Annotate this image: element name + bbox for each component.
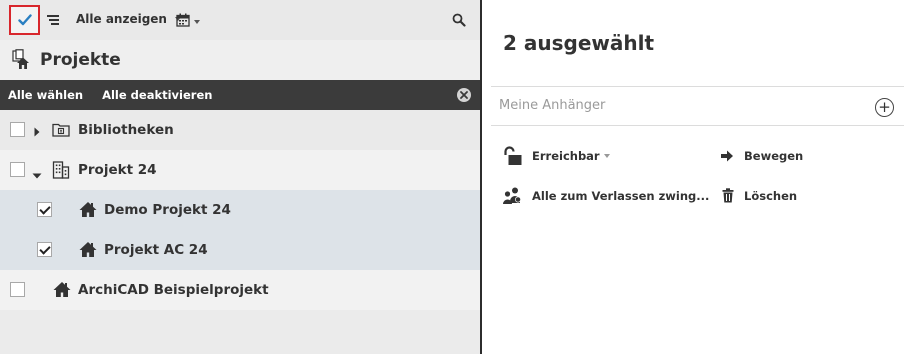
close-icon — [460, 91, 468, 99]
unlock-icon — [502, 146, 522, 166]
project-browser-panel: Alle anzeigen Projekte Alle wählen Alle … — [0, 0, 480, 354]
force-leave-label: Alle zum Verlassen zwing... — [532, 189, 710, 203]
list-icon — [46, 12, 60, 31]
plus-icon: + — [878, 98, 891, 116]
tree-empty-area — [0, 310, 480, 354]
library-folder-icon — [52, 122, 70, 141]
tree-row-label: Demo Projekt 24 — [104, 202, 231, 218]
selection-bar: Alle wählen Alle deaktivieren — [0, 80, 480, 110]
tree-row-archicad-beispielprojekt[interactable]: ArchiCAD Beispielprojekt — [0, 270, 480, 310]
projects-icon — [10, 49, 32, 71]
calendar-dropdown[interactable] — [176, 12, 200, 31]
tree-row-bibliotheken[interactable]: Bibliotheken — [0, 110, 480, 150]
tree-row-label: Projekt AC 24 — [104, 242, 208, 258]
calendar-icon — [176, 12, 190, 31]
row-checkbox[interactable] — [10, 122, 25, 137]
page-title: Projekte — [40, 50, 121, 70]
move-label: Bewegen — [744, 149, 804, 163]
tree-row-projekt-24[interactable]: Projekt 24 — [0, 150, 480, 190]
select-all-link[interactable]: Alle wählen — [8, 88, 83, 102]
tree-row-demo-projekt-24[interactable]: Demo Projekt 24 — [0, 190, 480, 230]
access-dropdown[interactable]: Erreichbar — [502, 146, 610, 166]
row-checkbox[interactable] — [37, 242, 52, 257]
chevron-down-icon[interactable] — [32, 167, 42, 183]
trash-icon — [722, 188, 734, 203]
building-icon — [52, 160, 70, 183]
project-house-icon — [79, 241, 97, 262]
row-checkbox[interactable] — [10, 282, 25, 297]
access-label: Erreichbar — [532, 149, 600, 163]
tree-row-label: Bibliotheken — [78, 122, 174, 138]
deselect-all-link[interactable]: Alle deaktivieren — [102, 88, 212, 102]
delete-label: Löschen — [744, 188, 798, 203]
chevron-right-icon[interactable] — [34, 125, 40, 141]
chevron-down-icon — [603, 154, 610, 158]
divider — [491, 86, 904, 87]
toolbar: Alle anzeigen — [0, 0, 480, 40]
tree-row-label: Projekt 24 — [78, 162, 157, 178]
tree-row-label: ArchiCAD Beispielprojekt — [78, 282, 269, 298]
filter-dropdown[interactable]: Alle anzeigen — [76, 12, 181, 26]
list-view-button[interactable] — [46, 12, 60, 31]
delete-button[interactable]: Löschen — [722, 188, 797, 203]
selection-title: 2 ausgewählt — [503, 31, 655, 55]
divider — [491, 125, 904, 126]
select-mode-button[interactable] — [9, 5, 40, 35]
selection-detail-panel: 2 ausgewählt Meine Anhänger + Erreichbar… — [482, 0, 914, 354]
add-tag-button[interactable]: + — [875, 98, 894, 117]
row-checkbox[interactable] — [37, 202, 52, 217]
panel-header: Projekte — [0, 40, 480, 80]
search-icon — [452, 12, 466, 31]
search-button[interactable] — [452, 12, 466, 31]
force-leave-button[interactable]: Alle zum Verlassen zwing... — [502, 187, 709, 205]
tree-row-projekt-ac-24[interactable]: Projekt AC 24 — [0, 230, 480, 270]
checkmark-icon — [17, 11, 32, 30]
row-checkbox[interactable] — [10, 162, 25, 177]
move-button[interactable]: Bewegen — [720, 149, 803, 163]
project-house-icon — [79, 201, 97, 222]
users-icon — [502, 187, 522, 205]
project-house-icon — [53, 281, 71, 302]
filter-label: Alle anzeigen — [76, 12, 167, 26]
clear-selection-button[interactable] — [457, 88, 471, 102]
arrow-right-icon — [720, 150, 734, 162]
tags-input[interactable]: Meine Anhänger — [499, 98, 605, 113]
chevron-down-icon — [194, 19, 200, 24]
